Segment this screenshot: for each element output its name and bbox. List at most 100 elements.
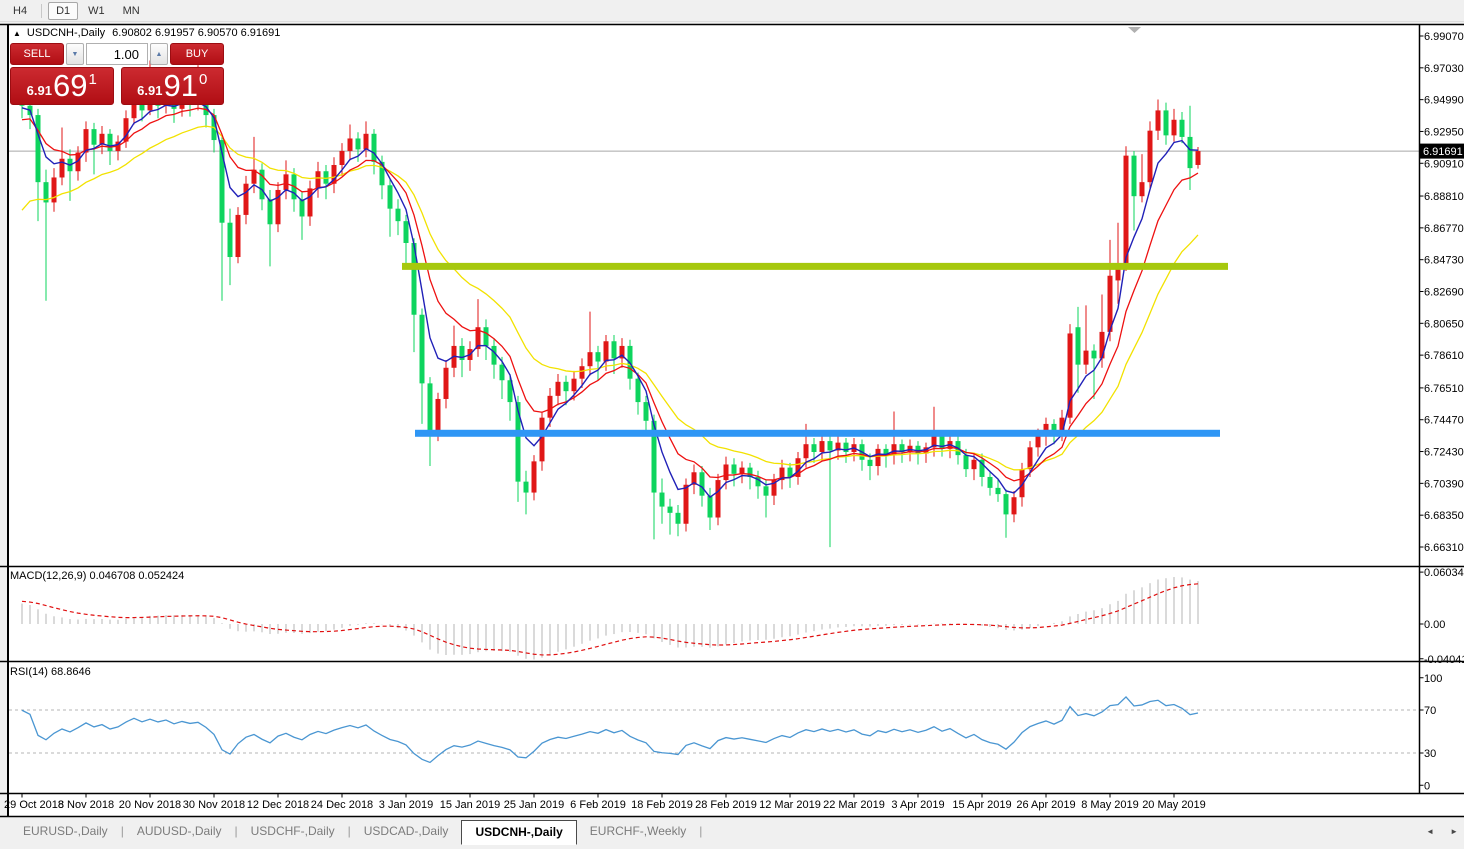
- tab-separator: |: [699, 824, 703, 838]
- candle-bull: [539, 417, 545, 462]
- price-axis-label: 6.66310: [1424, 542, 1464, 554]
- candle-bear: [1131, 155, 1137, 197]
- candle-bull: [315, 171, 321, 189]
- volume-increase-button[interactable]: ▲: [150, 43, 168, 65]
- buy-button[interactable]: BUY: [170, 43, 224, 65]
- price-axis-label: 6.86770: [1424, 223, 1464, 235]
- candle-bull: [1099, 331, 1105, 359]
- candle-bear: [707, 495, 713, 518]
- date-axis-label: 22 Mar 2019: [823, 799, 885, 811]
- macd-indicator-label: MACD(12,26,9) 0.046708 0.052424: [10, 570, 185, 582]
- date-axis-label: 15 Jan 2019: [440, 799, 501, 811]
- sell-button[interactable]: SELL: [10, 43, 64, 65]
- date-axis-label: 28 Feb 2019: [695, 799, 757, 811]
- volume-decrease-button[interactable]: ▼: [66, 43, 84, 65]
- sell-price-display[interactable]: 6.91 69 1: [10, 67, 114, 105]
- candle-bear: [395, 208, 401, 222]
- macd-axis-label: 0.00: [1424, 619, 1445, 631]
- symbol-tab-eurchf[interactable]: EURCHF-,Weekly: [577, 820, 699, 843]
- symbol-period-label: USDCNH-,Daily: [26, 27, 106, 39]
- symbol-tab-usdcad[interactable]: USDCAD-,Daily: [351, 820, 462, 843]
- price-axis-label: 6.88810: [1424, 191, 1464, 203]
- candle-bear: [675, 512, 681, 524]
- candle-bear: [763, 486, 769, 496]
- price-axis-label: 6.68350: [1424, 510, 1464, 522]
- candle-bear: [827, 441, 833, 451]
- candle-bear: [355, 138, 361, 150]
- candle-bear: [963, 455, 969, 470]
- candle-bull: [1155, 110, 1161, 131]
- candle-bull: [1147, 130, 1153, 183]
- candle-bull: [723, 464, 729, 481]
- date-axis-label: 8 Nov 2018: [58, 799, 114, 811]
- candle-bear: [523, 481, 529, 493]
- candle-bear: [1091, 350, 1097, 359]
- volume-input[interactable]: [86, 43, 148, 65]
- collapse-chart-icon[interactable]: ▲: [13, 29, 21, 38]
- candlestick-chart[interactable]: 6.99070 6.97030 6.94990 6.92950 6.90910 6.888…: [0, 0, 1464, 849]
- tab-scroll-right-icon[interactable]: ►: [1450, 827, 1458, 836]
- candle-bull: [1123, 155, 1129, 265]
- candle-bear: [299, 199, 305, 217]
- symbol-tab-usdcnh[interactable]: USDCNH-,Daily: [461, 820, 577, 845]
- candle-bull: [579, 366, 585, 379]
- candle-bear: [371, 133, 377, 162]
- candle-bull: [1083, 350, 1089, 365]
- date-axis-label: 6 Feb 2019: [570, 799, 626, 811]
- candle-bull: [1195, 151, 1201, 165]
- candle-bear: [659, 492, 665, 507]
- candle-bull: [435, 398, 441, 432]
- candle-bear: [419, 314, 425, 384]
- candle-bear: [699, 472, 705, 496]
- date-axis-label: 18 Feb 2019: [631, 799, 693, 811]
- candle-bear: [563, 381, 569, 392]
- chart-title: ▲ USDCNH-,Daily 6.90802 6.91957 6.90570 …: [13, 27, 280, 39]
- candle-bear: [427, 383, 433, 432]
- candle-bear: [91, 129, 97, 145]
- candle-bear: [811, 444, 817, 452]
- rsi-indicator-label: RSI(14) 68.8646: [10, 666, 91, 678]
- candle-bear: [403, 221, 409, 243]
- candle-bear: [499, 364, 505, 381]
- rsi-axis-label: 30: [1424, 748, 1436, 760]
- price-axis-label: 6.90910: [1424, 158, 1464, 170]
- date-axis-label: 26 Apr 2019: [1016, 799, 1075, 811]
- trendline-support-blue[interactable]: [415, 429, 1220, 437]
- price-axis-label: 6.70390: [1424, 478, 1464, 490]
- candle-bull: [803, 444, 809, 459]
- symbol-tab-audusd[interactable]: AUDUSD-,Daily: [124, 820, 235, 843]
- price-axis-label: 6.80650: [1424, 318, 1464, 330]
- macd-axis-label: 0.060342: [1424, 567, 1464, 579]
- price-axis-label: 6.78610: [1424, 350, 1464, 362]
- candle-bull: [683, 484, 689, 524]
- candle-bull: [531, 461, 537, 493]
- current-price-value: 6.91691: [1423, 146, 1463, 158]
- candle-bull: [587, 352, 593, 367]
- candle-bull: [307, 188, 313, 217]
- rsi-axis-label: 100: [1424, 673, 1442, 685]
- candle-bull: [875, 448, 881, 467]
- candle-bull: [363, 133, 369, 150]
- date-axis-label: 24 Dec 2018: [311, 799, 373, 811]
- candle-bear: [667, 506, 673, 513]
- candle-bear: [107, 133, 113, 151]
- candle-bear: [1003, 494, 1009, 515]
- tab-scroll-left-icon[interactable]: ◄: [1426, 827, 1434, 836]
- candle-bull: [547, 395, 553, 418]
- candle-bull: [555, 381, 561, 396]
- candle-bull: [83, 129, 89, 153]
- date-axis-label: 12 Dec 2018: [247, 799, 309, 811]
- one-click-trading-panel: SELL ▼ ▲ BUY 6.91 69 1 6.91 91 0: [10, 43, 224, 105]
- candle-bull: [1139, 182, 1145, 197]
- candle-bear: [35, 115, 41, 183]
- date-axis-label: 3 Jan 2019: [379, 799, 433, 811]
- trendline-resistance-green[interactable]: [402, 262, 1228, 270]
- price-axis-label: 6.74470: [1424, 415, 1464, 427]
- ohlc-values: 6.90802 6.91957 6.90570 6.91691: [112, 27, 281, 39]
- candle-bull: [339, 150, 345, 165]
- symbol-tab-usdchf[interactable]: USDCHF-,Daily: [238, 820, 348, 843]
- buy-price-display[interactable]: 6.91 91 0: [120, 67, 224, 105]
- candle-bear: [1179, 119, 1185, 137]
- candle-bear: [1163, 110, 1169, 136]
- symbol-tab-eurusd[interactable]: EURUSD-,Daily: [10, 820, 121, 843]
